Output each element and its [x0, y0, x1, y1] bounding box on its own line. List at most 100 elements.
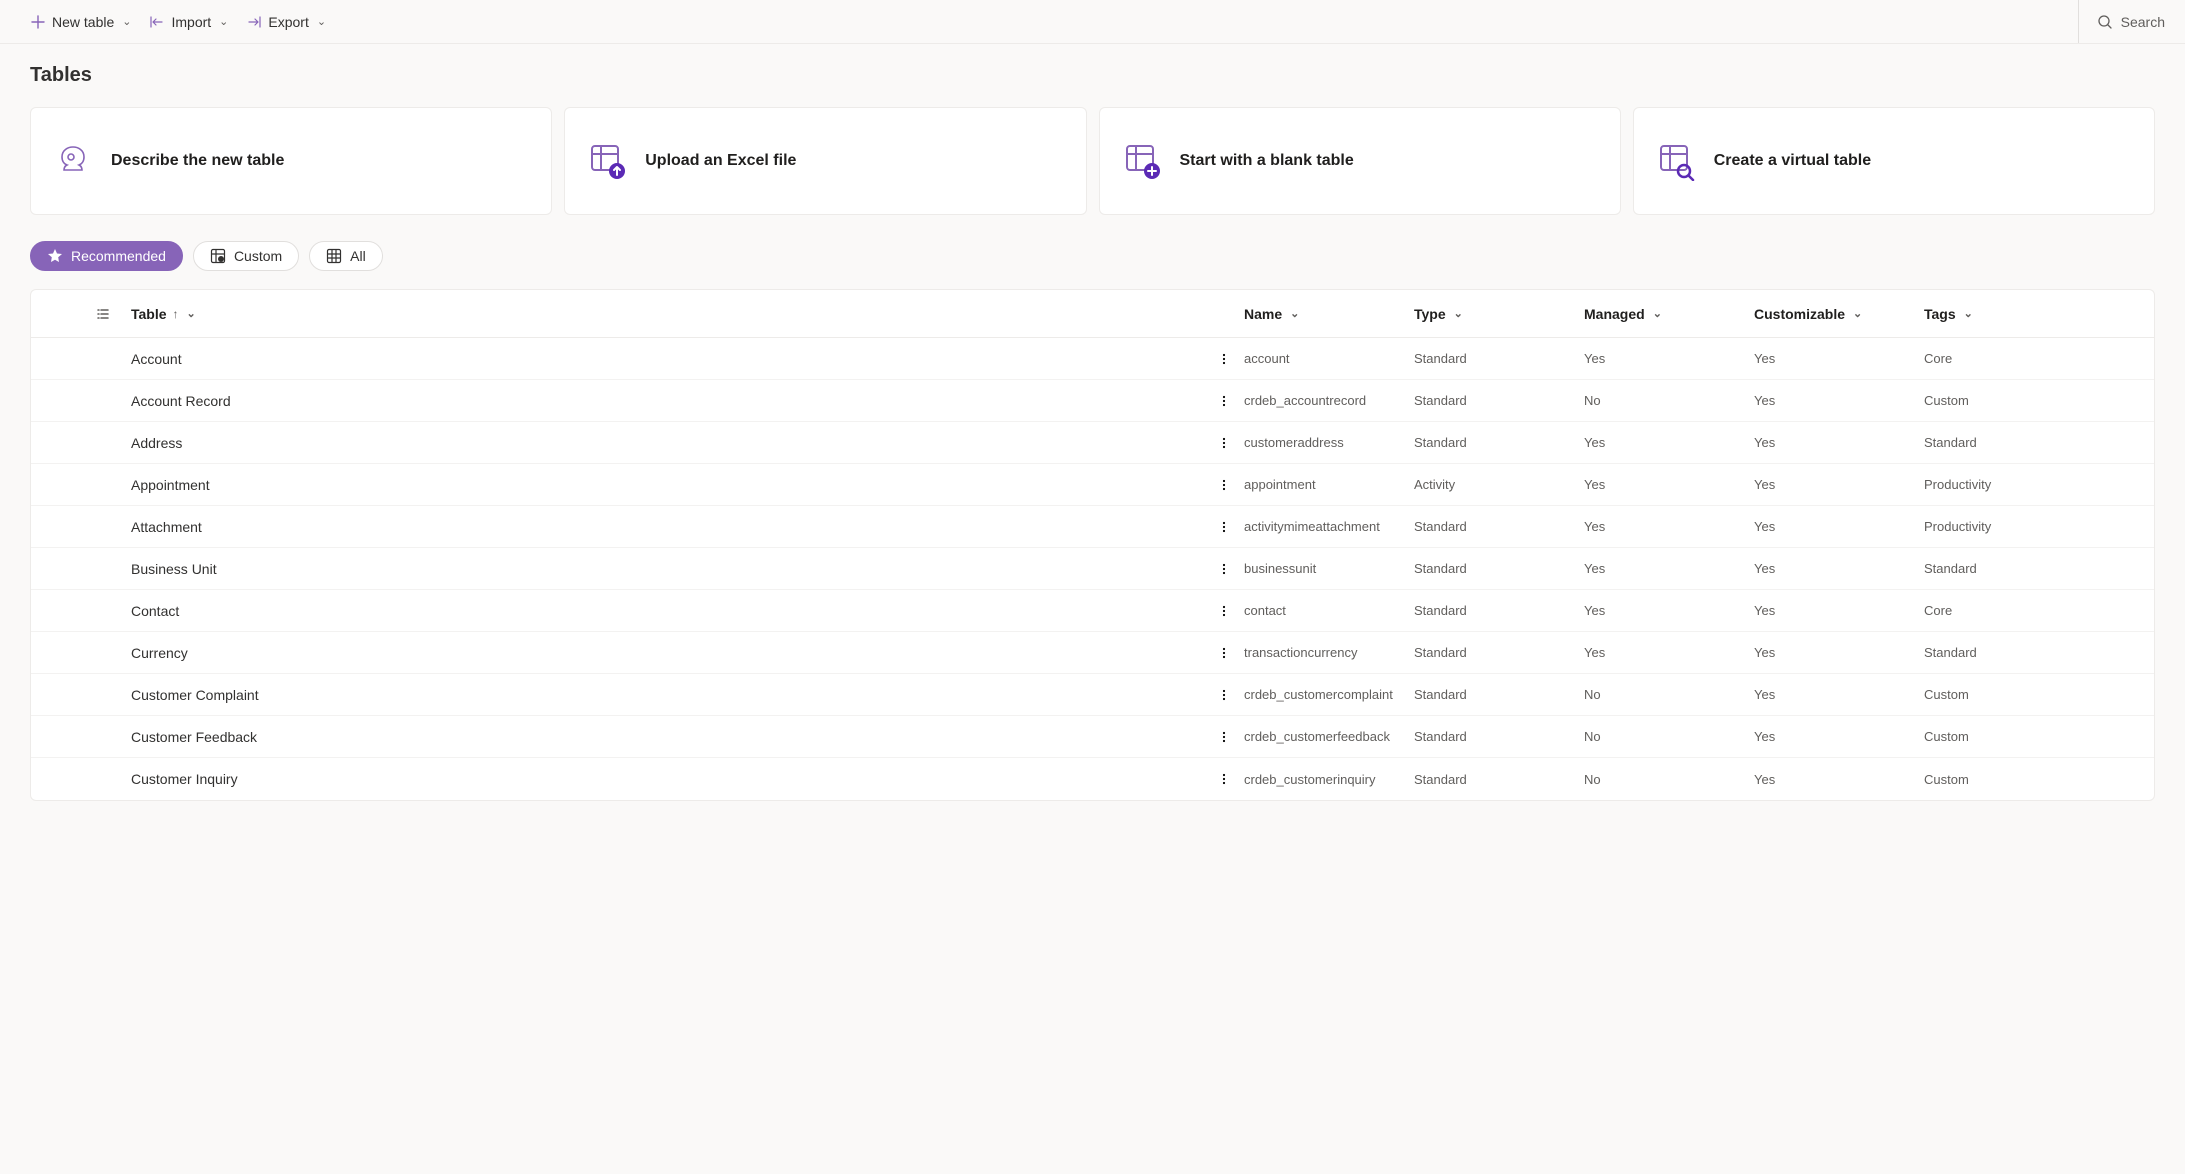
page: Tables Describe the new table Upload an … — [0, 44, 2185, 841]
row-menu-button[interactable] — [1204, 394, 1244, 408]
more-vertical-icon — [1217, 604, 1231, 618]
row-tags: Custom — [1924, 393, 2154, 408]
row-managed: Yes — [1584, 477, 1754, 492]
row-menu-button[interactable] — [1204, 520, 1244, 534]
card-describe[interactable]: Describe the new table — [30, 107, 552, 215]
chevron-down-icon: ⌄ — [1653, 307, 1662, 320]
table-row[interactable]: ContactcontactStandardYesYesCore — [31, 590, 2154, 632]
row-table-name[interactable]: Customer Inquiry — [121, 771, 1204, 787]
row-menu-button[interactable] — [1204, 604, 1244, 618]
row-customizable: Yes — [1754, 519, 1924, 534]
row-table-name[interactable]: Contact — [121, 603, 1204, 619]
row-name: crdeb_customercomplaint — [1244, 687, 1414, 702]
table-row[interactable]: Business UnitbusinessunitStandardYesYesS… — [31, 548, 2154, 590]
star-icon — [47, 248, 63, 264]
row-tags: Custom — [1924, 729, 2154, 744]
row-type: Standard — [1414, 561, 1584, 576]
row-customizable: Yes — [1754, 772, 1924, 787]
table-row[interactable]: AppointmentappointmentActivityYesYesProd… — [31, 464, 2154, 506]
row-name: businessunit — [1244, 561, 1414, 576]
row-managed: No — [1584, 729, 1754, 744]
card-upload[interactable]: Upload an Excel file — [564, 107, 1086, 215]
row-menu-button[interactable] — [1204, 772, 1244, 786]
more-vertical-icon — [1217, 352, 1231, 366]
row-name: contact — [1244, 603, 1414, 618]
th-managed-label: Managed — [1584, 306, 1645, 322]
new-table-button[interactable]: New table ⌄ — [30, 14, 131, 30]
table-row[interactable]: AddresscustomeraddressStandardYesYesStan… — [31, 422, 2154, 464]
row-menu-button[interactable] — [1204, 352, 1244, 366]
row-type: Standard — [1414, 729, 1584, 744]
list-view-toggle[interactable] — [31, 306, 121, 322]
plus-icon — [30, 14, 46, 30]
row-managed: Yes — [1584, 561, 1754, 576]
row-table-name[interactable]: Appointment — [121, 477, 1204, 493]
row-type: Standard — [1414, 645, 1584, 660]
card-blank-label: Start with a blank table — [1180, 152, 1354, 170]
row-managed: Yes — [1584, 435, 1754, 450]
pill-custom-label: Custom — [234, 248, 282, 264]
row-tags: Productivity — [1924, 477, 2154, 492]
table-row[interactable]: CurrencytransactioncurrencyStandardYesYe… — [31, 632, 2154, 674]
row-customizable: Yes — [1754, 477, 1924, 492]
more-vertical-icon — [1217, 562, 1231, 576]
th-table[interactable]: Table ↑ ⌄ — [121, 306, 1204, 322]
sort-asc-icon: ↑ — [173, 307, 179, 321]
row-table-name[interactable]: Customer Complaint — [121, 687, 1204, 703]
row-customizable: Yes — [1754, 393, 1924, 408]
th-tags[interactable]: Tags ⌄ — [1924, 306, 2154, 322]
row-menu-button[interactable] — [1204, 688, 1244, 702]
row-menu-button[interactable] — [1204, 646, 1244, 660]
card-virtual-label: Create a virtual table — [1714, 152, 1871, 170]
table-row[interactable]: AttachmentactivitymimeattachmentStandard… — [31, 506, 2154, 548]
table-body: AccountaccountStandardYesYesCoreAccount … — [31, 338, 2154, 800]
import-button[interactable]: Import ⌄ — [149, 14, 228, 30]
row-table-name[interactable]: Business Unit — [121, 561, 1204, 577]
row-table-name[interactable]: Currency — [121, 645, 1204, 661]
pill-all-label: All — [350, 248, 366, 264]
row-managed: Yes — [1584, 519, 1754, 534]
row-table-name[interactable]: Attachment — [121, 519, 1204, 535]
chevron-down-icon: ⌄ — [187, 307, 196, 320]
th-type[interactable]: Type ⌄ — [1414, 306, 1584, 322]
filter-pills: Recommended Custom All — [30, 241, 2155, 271]
th-customizable[interactable]: Customizable ⌄ — [1754, 306, 1924, 322]
grid-custom-icon — [210, 248, 226, 264]
pill-all[interactable]: All — [309, 241, 383, 271]
import-icon — [149, 14, 165, 30]
row-table-name[interactable]: Address — [121, 435, 1204, 451]
row-menu-button[interactable] — [1204, 730, 1244, 744]
row-table-name[interactable]: Account — [121, 351, 1204, 367]
row-name: account — [1244, 351, 1414, 366]
search-button[interactable]: Search — [2097, 14, 2165, 30]
table-row[interactable]: AccountaccountStandardYesYesCore — [31, 338, 2154, 380]
th-managed[interactable]: Managed ⌄ — [1584, 306, 1754, 322]
row-customizable: Yes — [1754, 351, 1924, 366]
row-type: Activity — [1414, 477, 1584, 492]
card-blank[interactable]: Start with a blank table — [1099, 107, 1621, 215]
export-label: Export — [268, 14, 308, 30]
pill-recommended[interactable]: Recommended — [30, 241, 183, 271]
row-type: Standard — [1414, 519, 1584, 534]
table-row[interactable]: Account Recordcrdeb_accountrecordStandar… — [31, 380, 2154, 422]
row-menu-button[interactable] — [1204, 478, 1244, 492]
row-customizable: Yes — [1754, 561, 1924, 576]
row-tags: Core — [1924, 603, 2154, 618]
th-name[interactable]: Name ⌄ — [1244, 306, 1414, 322]
th-type-label: Type — [1414, 306, 1446, 322]
chevron-down-icon: ⌄ — [317, 15, 326, 28]
row-table-name[interactable]: Account Record — [121, 393, 1204, 409]
row-menu-button[interactable] — [1204, 436, 1244, 450]
table-row[interactable]: Customer Feedbackcrdeb_customerfeedbackS… — [31, 716, 2154, 758]
row-table-name[interactable]: Customer Feedback — [121, 729, 1204, 745]
search-icon — [2097, 14, 2113, 30]
table-row[interactable]: Customer Complaint crdeb_customercomplain… — [31, 674, 2154, 716]
tables-grid: Table ↑ ⌄ Name ⌄ Type ⌄ Managed ⌄ Custom… — [30, 289, 2155, 801]
row-menu-button[interactable] — [1204, 562, 1244, 576]
table-row[interactable]: Customer Inquirycrdeb_customerinquirySta… — [31, 758, 2154, 800]
more-vertical-icon — [1217, 478, 1231, 492]
export-button[interactable]: Export ⌄ — [246, 14, 326, 30]
row-name: transactioncurrency — [1244, 645, 1414, 660]
card-virtual[interactable]: Create a virtual table — [1633, 107, 2155, 215]
pill-custom[interactable]: Custom — [193, 241, 299, 271]
